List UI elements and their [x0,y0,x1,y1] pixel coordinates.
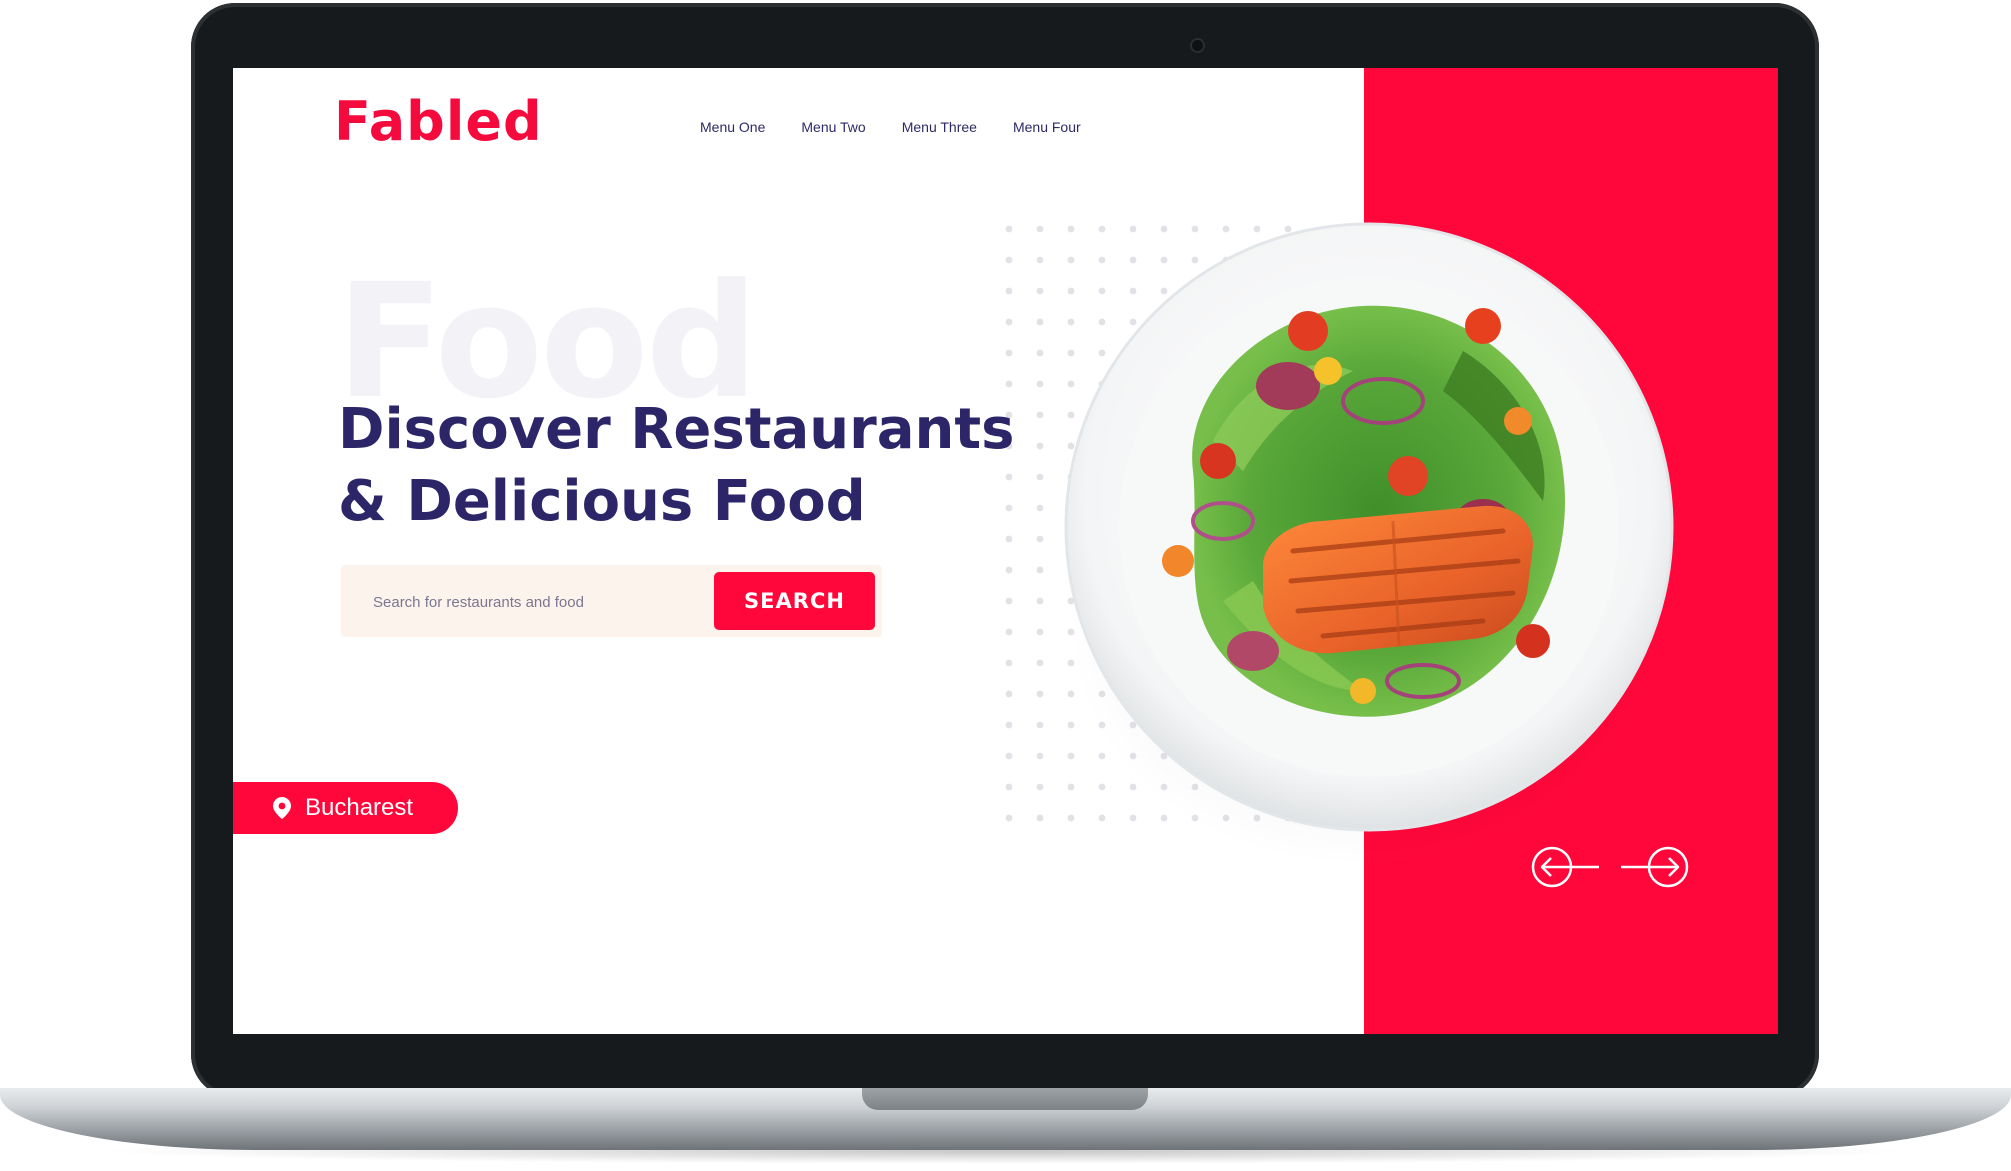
hero-headline: Discover Restaurants & Delicious Food [338,394,1015,538]
search-input[interactable] [371,583,695,621]
brand-logo[interactable]: Fabled [334,90,543,153]
carousel-next-button[interactable] [1611,845,1691,889]
map-pin-icon [273,797,291,819]
arrow-right-circle-icon [1621,846,1689,888]
main-nav: Menu One Menu Two Menu Three Menu Four [700,119,1117,135]
search-bar: SEARCH [341,565,882,637]
laptop-notch [862,1088,1148,1110]
website-screen: Fabled Menu One Menu Two Menu Three Menu… [233,68,1778,1034]
search-button[interactable]: SEARCH [714,572,875,630]
hero-headline-line-2: & Delicious Food [338,469,866,534]
nav-item-menu-two[interactable]: Menu Two [801,119,865,135]
nav-item-menu-one[interactable]: Menu One [700,119,765,135]
hero-headline-line-1: Discover Restaurants [338,397,1015,462]
camera-icon [1190,38,1205,53]
nav-item-menu-four[interactable]: Menu Four [1013,119,1081,135]
location-label: Bucharest [305,794,414,821]
nav-item-menu-three[interactable]: Menu Three [902,119,977,135]
carousel-prev-button[interactable] [1529,845,1609,889]
salad-plate-image [1064,222,1674,832]
arrow-left-circle-icon [1531,846,1599,888]
location-badge[interactable]: Bucharest [233,782,458,834]
